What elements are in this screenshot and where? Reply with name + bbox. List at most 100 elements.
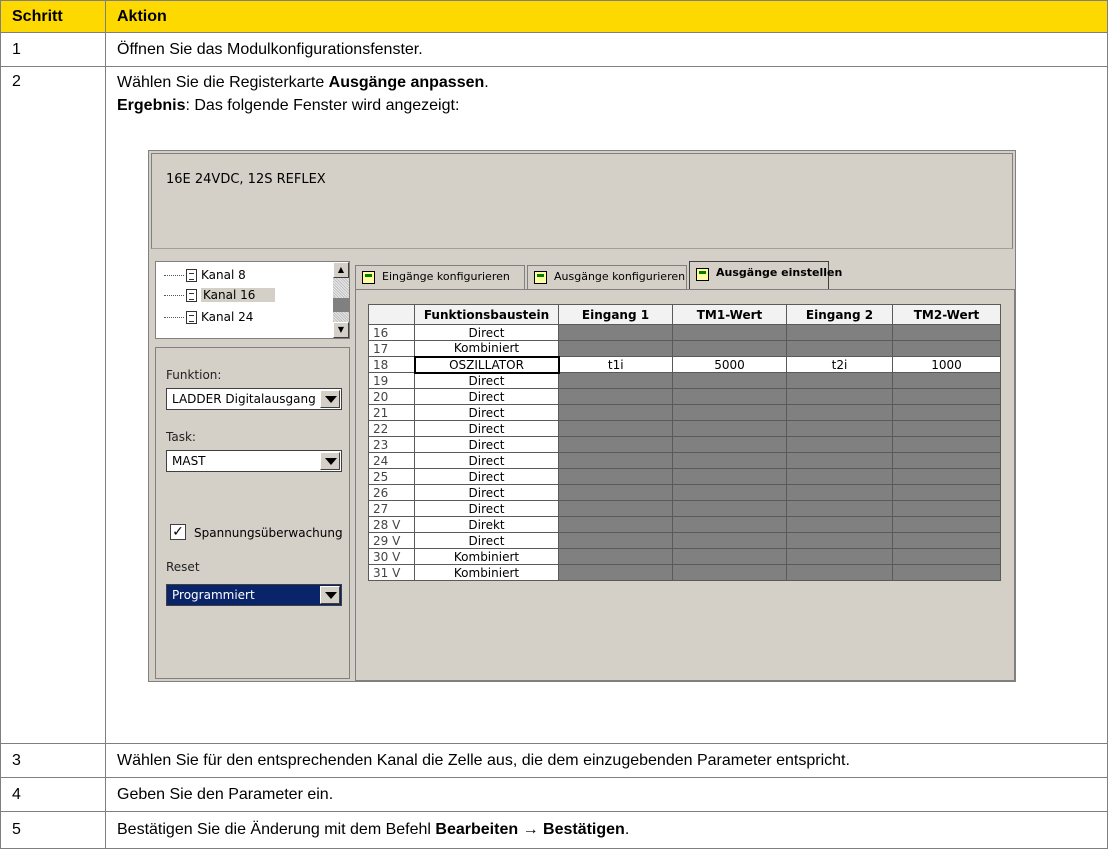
- function-block-cell[interactable]: OSZILLATOR: [413, 355, 560, 374]
- parameter-cell-tm1: [672, 500, 787, 517]
- table-row: 26 Direct: [368, 484, 1001, 501]
- reset-select[interactable]: Programmiert: [166, 584, 342, 606]
- function-block-cell[interactable]: Kombiniert: [414, 340, 559, 357]
- parameter-cell-tm2: [892, 420, 1001, 437]
- step-text-part: Bestätigen Sie die Änderung mit dem Befe…: [117, 821, 436, 838]
- table-row: 17 Kombiniert: [368, 340, 1001, 357]
- step-number: 2: [0, 66, 106, 744]
- spannungsueberwachung-checkbox[interactable]: ✓: [170, 524, 186, 540]
- parameter-cell-tm1: [672, 564, 787, 581]
- function-block-cell[interactable]: Direct: [414, 436, 559, 453]
- channel-number: 31 V: [368, 564, 415, 581]
- parameter-cell-tm1[interactable]: 5000: [672, 356, 787, 373]
- parameter-cell-in2: [786, 516, 893, 533]
- function-block-cell[interactable]: Kombiniert: [414, 548, 559, 565]
- step-number: 4: [0, 777, 106, 812]
- parameter-cell-tm1: [672, 372, 787, 389]
- tree-scrollbar[interactable]: ▲ ▼: [333, 262, 349, 338]
- function-block-cell[interactable]: Direct: [414, 532, 559, 549]
- function-block-cell[interactable]: Direct: [414, 484, 559, 501]
- function-block-cell[interactable]: Direct: [414, 324, 559, 341]
- funktion-select[interactable]: LADDER Digitalausgang: [166, 388, 342, 410]
- grid-header: Funktionsbaustein: [414, 304, 559, 325]
- scroll-up-icon[interactable]: ▲: [333, 262, 349, 278]
- scroll-down-icon[interactable]: ▼: [333, 322, 349, 338]
- document-icon: [186, 311, 197, 324]
- document-icon: [186, 269, 197, 282]
- grid-corner: [368, 304, 415, 325]
- chevron-down-icon[interactable]: [320, 390, 340, 408]
- step-number: 3: [0, 743, 106, 778]
- step-text-part: : Das folgende Fenster wird angezeigt:: [185, 97, 460, 114]
- parameter-cell-in2: [786, 468, 893, 485]
- parameter-cell-in2: [786, 532, 893, 549]
- function-block-cell[interactable]: Direct: [414, 420, 559, 437]
- channel-number: 29 V: [368, 532, 415, 549]
- parameter-cell-tm2: [892, 388, 1001, 405]
- module-icon: [696, 268, 709, 281]
- parameter-cell-in2[interactable]: t2i: [786, 356, 893, 373]
- step-text: Wählen Sie für den entsprechenden Kanal …: [105, 743, 1108, 778]
- channel-number: 21: [368, 404, 415, 421]
- tree-item-kanal-16[interactable]: Kanal 16: [164, 286, 276, 304]
- channel-number: 27: [368, 500, 415, 517]
- parameter-cell-in1[interactable]: t1i: [558, 356, 673, 373]
- step-text-bold: Bearbeiten → Bestätigen: [435, 821, 625, 838]
- output-settings-grid: Funktionsbaustein Eingang 1 TM1-Wert Ein…: [368, 304, 1001, 581]
- parameter-cell-in1: [558, 372, 673, 389]
- parameter-cell-in1: [558, 388, 673, 405]
- function-block-cell[interactable]: Direct: [414, 500, 559, 517]
- function-block-cell[interactable]: Direct: [414, 468, 559, 485]
- parameter-cell-tm2: [892, 340, 1001, 357]
- channel-number: 24: [368, 452, 415, 469]
- parameter-cell-tm2[interactable]: 1000: [892, 356, 1001, 373]
- step-row: 3 Wählen Sie für den entsprechenden Kana…: [0, 743, 1108, 778]
- tree-item-kanal-24[interactable]: Kanal 24: [164, 308, 253, 326]
- table-row: 25 Direct: [368, 468, 1001, 485]
- reset-value: Programmiert: [172, 588, 255, 602]
- parameter-cell-in2: [786, 340, 893, 357]
- parameter-cell-in2: [786, 484, 893, 501]
- tab-ausgaenge-konfigurieren[interactable]: Ausgänge konfigurieren: [527, 265, 687, 289]
- parameter-cell-in2: [786, 500, 893, 517]
- parameter-cell-in2: [786, 436, 893, 453]
- channel-number: 17: [368, 340, 415, 357]
- parameter-cell-tm2: [892, 452, 1001, 469]
- parameter-cell-tm2: [892, 324, 1001, 341]
- task-value: MAST: [172, 454, 206, 468]
- module-title: 16E 24VDC, 12S REFLEX: [166, 172, 326, 187]
- function-block-cell[interactable]: Direkt: [414, 516, 559, 533]
- parameter-cell-in2: [786, 372, 893, 389]
- function-block-cell[interactable]: Direct: [414, 372, 559, 389]
- table-row: 21 Direct: [368, 404, 1001, 421]
- channel-settings-panel: Funktion: LADDER Digitalausgang Task: MA…: [155, 347, 350, 679]
- step-text-part: .: [624, 821, 630, 838]
- parameter-cell-tm2: [892, 564, 1001, 581]
- function-block-cell[interactable]: Direct: [414, 452, 559, 469]
- parameter-cell-tm2: [892, 548, 1001, 565]
- function-block-cell[interactable]: Direct: [414, 388, 559, 405]
- task-select[interactable]: MAST: [166, 450, 342, 472]
- channel-number: 16: [368, 324, 415, 341]
- grid-header: Eingang 2: [786, 304, 893, 325]
- tab-ausgaenge-einstellen[interactable]: Ausgänge einstellen: [689, 261, 842, 291]
- step-text-part: Wählen Sie die Registerkarte: [117, 74, 329, 91]
- function-block-cell[interactable]: Direct: [414, 404, 559, 421]
- step-row: 4 Geben Sie den Parameter ein.: [0, 777, 1108, 812]
- step-text-part: .: [484, 74, 489, 91]
- function-block-cell[interactable]: Kombiniert: [414, 564, 559, 581]
- table-row: 19 Direct: [368, 372, 1001, 389]
- channel-number: 18: [368, 356, 415, 373]
- channel-number: 23: [368, 436, 415, 453]
- table-row: 24 Direct: [368, 452, 1001, 469]
- channel-number: 28 V: [368, 516, 415, 533]
- parameter-cell-tm1: [672, 436, 787, 453]
- tree-item-kanal-8[interactable]: Kanal 8: [164, 266, 246, 284]
- parameter-cell-tm2: [892, 372, 1001, 389]
- parameter-cell-tm1: [672, 340, 787, 357]
- parameter-cell-tm2: [892, 404, 1001, 421]
- chevron-down-icon[interactable]: [320, 586, 340, 604]
- tab-eingaenge-konfigurieren[interactable]: Eingänge konfigurieren: [355, 265, 525, 289]
- chevron-down-icon[interactable]: [320, 452, 340, 470]
- scroll-thumb[interactable]: [333, 298, 349, 312]
